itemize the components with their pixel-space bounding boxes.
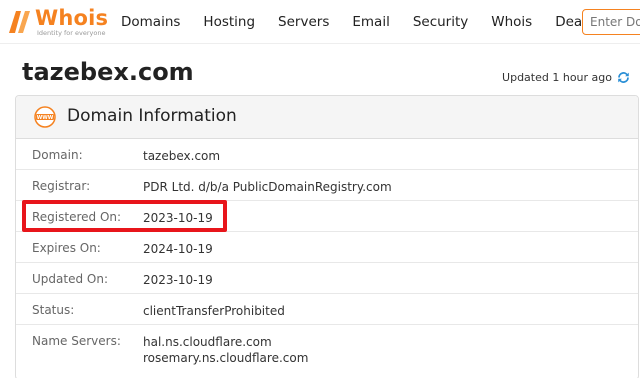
row-value: clientTransferProhibited bbox=[143, 304, 285, 318]
nav-whois[interactable]: Whois bbox=[491, 14, 532, 30]
row-value: hal.ns.cloudflare.com rosemary.ns.cloudf… bbox=[143, 334, 308, 366]
info-row-domain: Domain: tazebex.com bbox=[16, 139, 638, 170]
row-label: Name Servers: bbox=[32, 334, 121, 348]
row-value: 2023-10-19 bbox=[143, 211, 213, 225]
row-label: Registered On: bbox=[32, 210, 122, 224]
main-nav: Domains Hosting Servers Email Security W… bbox=[121, 0, 616, 44]
info-row-registrar: Registrar: PDR Ltd. d/b/a PublicDomainRe… bbox=[16, 170, 638, 201]
updated-status: Updated 1 hour ago bbox=[502, 71, 630, 84]
svg-text:WWW: WWW bbox=[37, 115, 54, 121]
row-label: Registrar: bbox=[32, 179, 91, 193]
nav-servers[interactable]: Servers bbox=[278, 14, 329, 30]
row-label: Expires On: bbox=[32, 241, 101, 255]
info-row-expires-on: Expires On: 2024-10-19 bbox=[16, 232, 638, 263]
name-server-2: rosemary.ns.cloudflare.com bbox=[143, 351, 309, 365]
page-title: tazebex.com bbox=[22, 58, 194, 86]
row-value: tazebex.com bbox=[143, 149, 221, 163]
card-header: WWW Domain Information bbox=[16, 96, 638, 139]
row-label: Domain: bbox=[32, 148, 83, 162]
nav-security[interactable]: Security bbox=[413, 14, 468, 30]
updated-text: Updated 1 hour ago bbox=[502, 71, 612, 84]
row-label: Status: bbox=[32, 303, 75, 317]
card-title: Domain Information bbox=[67, 106, 237, 126]
info-row-updated-on: Updated On: 2023-10-19 bbox=[16, 263, 638, 294]
name-server-1: hal.ns.cloudflare.com bbox=[143, 335, 272, 349]
row-value: 2024-10-19 bbox=[143, 242, 213, 256]
whois-logo[interactable]: Whois Identity for everyone bbox=[4, 5, 108, 39]
info-row-name-servers: Name Servers: hal.ns.cloudflare.com rose… bbox=[16, 325, 638, 378]
row-label: Updated On: bbox=[32, 272, 108, 286]
logo-tagline: Identity for everyone bbox=[37, 29, 106, 37]
nav-domains[interactable]: Domains bbox=[121, 14, 180, 30]
www-icon: WWW bbox=[34, 106, 56, 128]
whois-logo-icon bbox=[9, 11, 30, 33]
logo-text: Whois bbox=[35, 6, 109, 30]
refresh-icon[interactable] bbox=[617, 71, 630, 84]
search-input[interactable] bbox=[582, 9, 640, 35]
info-row-registered-on: Registered On: 2023-10-19 bbox=[16, 201, 638, 232]
site-header: Whois Identity for everyone Domains Host… bbox=[0, 0, 640, 44]
nav-hosting[interactable]: Hosting bbox=[203, 14, 255, 30]
row-value: 2023-10-19 bbox=[143, 273, 213, 287]
domain-info-card: WWW Domain Information Domain: tazebex.c… bbox=[15, 95, 639, 378]
row-value: PDR Ltd. d/b/a PublicDomainRegistry.com bbox=[143, 180, 392, 194]
info-row-status: Status: clientTransferProhibited bbox=[16, 294, 638, 325]
nav-email[interactable]: Email bbox=[352, 14, 389, 30]
